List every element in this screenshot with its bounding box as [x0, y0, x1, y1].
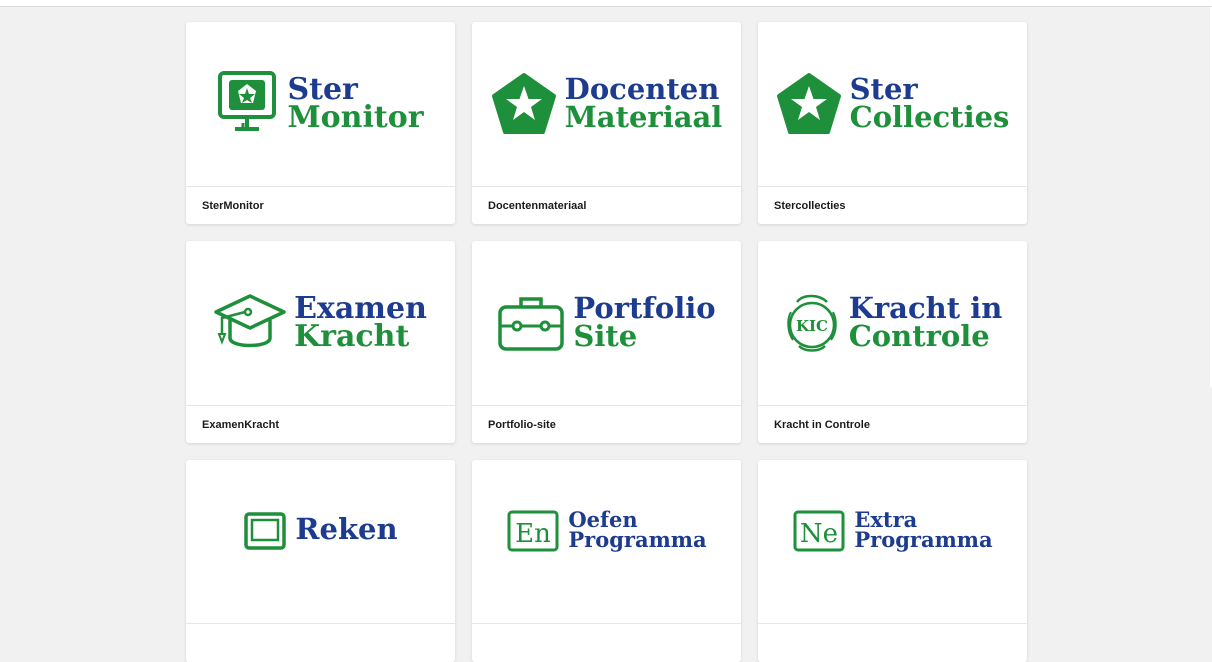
icon-letters: En — [515, 519, 551, 549]
tile-caption — [186, 624, 455, 662]
tile-logo: Portfolio Site — [472, 241, 741, 406]
app-tile-grid: Ster Monitor SterMonitor Docenten Materi… — [186, 22, 1027, 662]
tile-logo: Ster Monitor — [186, 22, 455, 187]
tile-caption: Portfolio-site — [488, 418, 556, 431]
kic-letters: KIC — [796, 317, 828, 335]
briefcase-icon — [497, 293, 565, 353]
language-box-icon: Ne — [792, 508, 846, 552]
tile-caption: Stercollecties — [774, 199, 846, 212]
logo-line-2: Kracht — [294, 319, 410, 354]
tile-extra-programma[interactable]: Ne Extra Programma — [758, 460, 1027, 662]
tile-logo: Ster Collecties — [758, 22, 1027, 187]
tile-caption: ExamenKracht — [202, 418, 280, 431]
graduation-cap-icon — [214, 290, 286, 356]
tile-logo: Examen Kracht — [186, 241, 455, 406]
tile-logo: Ne Extra Programma — [758, 460, 1027, 624]
logo-line-2: Materiaal — [564, 100, 723, 134]
tile-caption: Docentenmateriaal — [488, 199, 587, 212]
tile-oefen-programma[interactable]: En Oefen Programma — [472, 460, 741, 662]
tile-caption — [758, 624, 1027, 662]
screen-icon — [243, 508, 287, 552]
tile-logo: Reken — [186, 460, 455, 624]
tile-caption — [472, 624, 741, 662]
tile-logo: KIC Kracht in Controle — [758, 241, 1027, 406]
logo-line-2: Monitor — [287, 100, 424, 135]
tile-portfolio-site[interactable]: Portfolio Site Portfolio-site — [472, 241, 741, 443]
tile-docentenmateriaal[interactable]: Docenten Materiaal Docentenmateriaal — [472, 22, 741, 224]
tile-stercollecties[interactable]: Ster Collecties Stercollecties — [758, 22, 1027, 224]
tile-caption: Kracht in Controle — [774, 418, 870, 431]
tile-stermonitor[interactable]: Ster Monitor SterMonitor — [186, 22, 455, 224]
logo-line-2: Collecties — [849, 100, 1010, 134]
monitor-star-icon — [217, 69, 279, 139]
tile-caption: SterMonitor — [202, 199, 264, 212]
logo-line-2: Site — [573, 319, 638, 353]
language-box-icon: En — [506, 508, 560, 552]
tile-logo: Docenten Materiaal — [472, 22, 741, 187]
tile-examenkracht[interactable]: Examen Kracht ExamenKracht — [186, 241, 455, 443]
tile-kracht-in-controle[interactable]: KIC Kracht in Controle Kracht in Control… — [758, 241, 1027, 443]
top-bar — [0, 0, 1212, 7]
icon-letters: Ne — [800, 519, 838, 549]
tile-reken[interactable]: Reken — [186, 460, 455, 662]
logo-line-2: Controle — [848, 319, 990, 353]
pentagon-star-icon — [776, 72, 842, 136]
kic-globe-icon: KIC — [783, 292, 841, 354]
pentagon-star-icon — [491, 72, 557, 136]
tile-logo: En Oefen Programma — [472, 460, 741, 624]
